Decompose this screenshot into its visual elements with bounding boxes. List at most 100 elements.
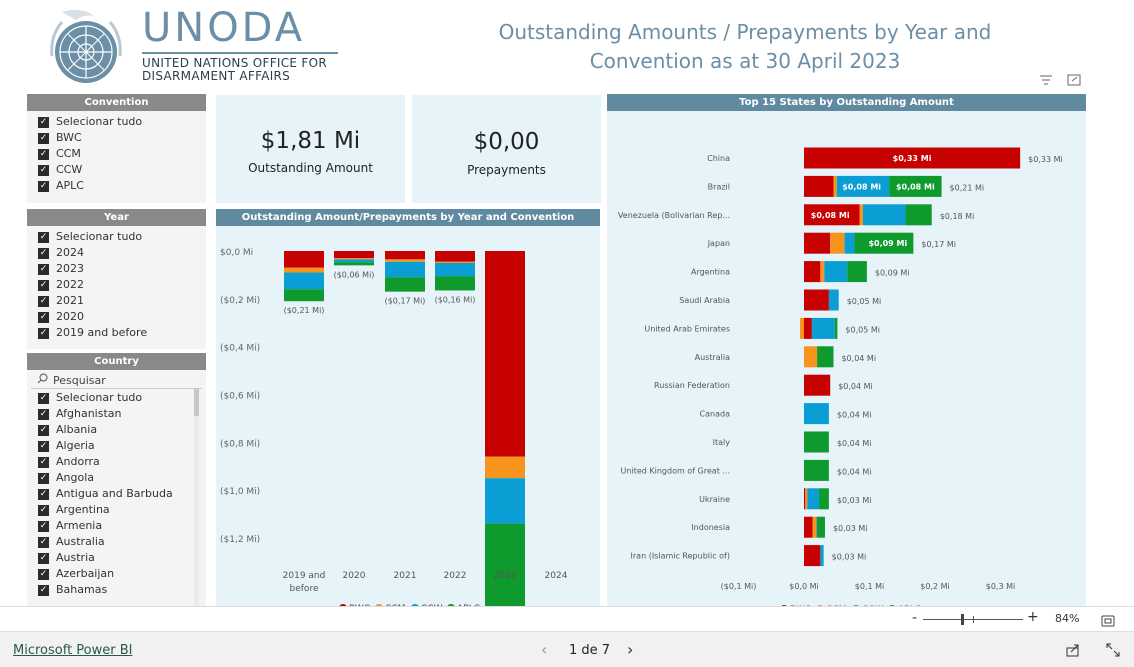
share-icon[interactable] [1066,642,1081,661]
slicer-option[interactable]: ✓ Austria [27,550,206,566]
slicer-option[interactable]: ✓ Argentina [27,502,206,518]
slicer-option[interactable]: ✓ BWC [27,130,206,146]
slicer-option[interactable]: ✓ 2022 [27,277,206,293]
scrollbar-thumb[interactable] [194,388,199,416]
slicer-option[interactable]: ✓ CCM [27,146,206,162]
segment-value-label: $0,08 Mi [811,211,850,220]
slicer-option[interactable]: ✓ APLC [27,178,206,194]
checkbox-icon[interactable]: ✓ [38,520,49,532]
checkbox-icon[interactable]: ✓ [38,584,49,596]
bar-segment [817,346,834,368]
zoom-out-button[interactable]: - [912,610,917,626]
checkbox-icon[interactable]: ✓ [38,536,49,548]
slicer-option[interactable]: ✓ Selecionar tudo [27,229,206,245]
checkbox-icon[interactable]: ✓ [38,148,49,160]
slicer-option[interactable]: ✓ Bahamas [27,582,206,598]
slicer-option[interactable]: ✓ 2019 and before [27,325,206,341]
checkbox-icon[interactable]: ✓ [38,180,49,192]
slicer-option[interactable]: ✓ 2023 [27,261,206,277]
checkbox-icon[interactable]: ✓ [38,472,49,484]
fit-to-page-icon[interactable] [1101,612,1115,631]
slicer-option[interactable]: ✓ Antigua and Barbuda [27,486,206,502]
slicer-header: Year [27,209,206,226]
slicer-option[interactable]: ✓ Afghanistan [27,406,206,422]
category-label: Canada [700,410,731,419]
footer-bar [0,631,1134,667]
checkbox-icon[interactable]: ✓ [38,327,49,339]
next-page-icon[interactable]: › [627,640,633,659]
bar-total-label: $0,03 Mi [832,553,867,562]
bar-segment [820,261,825,283]
checkbox-icon[interactable]: ✓ [38,392,49,404]
zoom-in-button[interactable]: + [1027,609,1039,625]
zoom-slider-handle[interactable] [961,614,964,625]
slicer-option[interactable]: ✓ Albania [27,422,206,438]
filter-icon[interactable] [1039,74,1053,90]
bar-segment [804,545,821,567]
checkbox-icon[interactable]: ✓ [38,263,49,275]
x-tick-label: $0,2 Mi [920,582,949,591]
slicer-option-label: Angola [56,471,95,484]
power-bi-link[interactable]: Microsoft Power BI [13,643,132,658]
x-tick-label: 2024 [545,571,568,581]
slicer-option[interactable]: ✓ Algeria [27,438,206,454]
checkbox-icon[interactable]: ✓ [38,295,49,307]
checkbox-icon[interactable]: ✓ [38,456,49,468]
slicer-option[interactable]: ✓ Andorra [27,454,206,470]
checkbox-icon[interactable]: ✓ [38,164,49,176]
slicer-option-label: Argentina [56,503,110,516]
fullscreen-icon[interactable] [1106,642,1120,661]
checkbox-icon[interactable]: ✓ [38,279,49,291]
checkbox-icon[interactable]: ✓ [38,247,49,259]
card-value: $0,00 [473,129,540,155]
bar-segment [804,317,812,339]
checkbox-icon[interactable]: ✓ [38,311,49,323]
x-tick-label: 2020 [343,571,366,581]
slicer-option[interactable]: ✓ Selecionar tudo [27,390,206,406]
x-tick-label: $0,0 Mi [789,582,818,591]
country-search-input[interactable]: Pesquisar [31,372,202,389]
slicer-option[interactable]: ✓ 2020 [27,309,206,325]
category-label: Italy [713,438,731,447]
slicer-option-label: Antigua and Barbuda [56,487,173,500]
bar-total-label: $0,33 Mi [1028,155,1063,164]
slicer-option-label: Selecionar tudo [56,391,143,404]
checkbox-icon[interactable]: ✓ [38,552,49,564]
category-label: China [707,154,730,163]
checkbox-icon[interactable]: ✓ [38,488,49,500]
prepayments-card: $0,00 Prepayments [412,95,601,203]
bar-segment [834,317,838,339]
bar-segment [820,545,824,567]
bar-total-label: ($0,06 Mi) [334,270,375,279]
slicer-option[interactable]: ✓ CCW [27,162,206,178]
bar-segment [828,289,839,311]
page-indicator: 1 de 7 [569,643,611,658]
slicer-option[interactable]: ✓ Armenia [27,518,206,534]
checkbox-icon[interactable]: ✓ [38,568,49,580]
checkbox-icon[interactable]: ✓ [38,440,49,452]
bar-segment [284,267,324,273]
checkbox-icon[interactable]: ✓ [38,231,49,243]
country-scrollbar[interactable] [194,388,199,606]
prev-page-icon[interactable]: ‹ [541,640,547,659]
slicer-option[interactable]: ✓ Azerbaijan [27,566,206,582]
bar-segment [804,374,831,396]
checkbox-icon[interactable]: ✓ [38,116,49,128]
slicer-option[interactable]: ✓ Angola [27,470,206,486]
slicer-option-label: 2019 and before [56,326,148,339]
slicer-option[interactable]: ✓ 2021 [27,293,206,309]
year-chart-svg: $0,0 Mi ($0,2 Mi) ($0,4 Mi) ($0,6 Mi) ($0,8 … [220,248,568,624]
checkbox-icon[interactable]: ✓ [38,424,49,436]
category-label: Ukraine [699,495,730,504]
focus-mode-icon[interactable] [1067,74,1081,90]
y-tick-label: ($0,4 Mi) [220,344,260,354]
slicer-option[interactable]: ✓ 2024 [27,245,206,261]
bar-total-label: $0,09 Mi [875,269,910,278]
x-tick-label: 2019 and [283,571,326,581]
slicer-option[interactable]: ✓ Selecionar tudo [27,114,206,130]
y-tick-label: ($1,0 Mi) [220,487,260,497]
checkbox-icon[interactable]: ✓ [38,504,49,516]
checkbox-icon[interactable]: ✓ [38,408,49,420]
slicer-option[interactable]: ✓ Australia [27,534,206,550]
checkbox-icon[interactable]: ✓ [38,132,49,144]
